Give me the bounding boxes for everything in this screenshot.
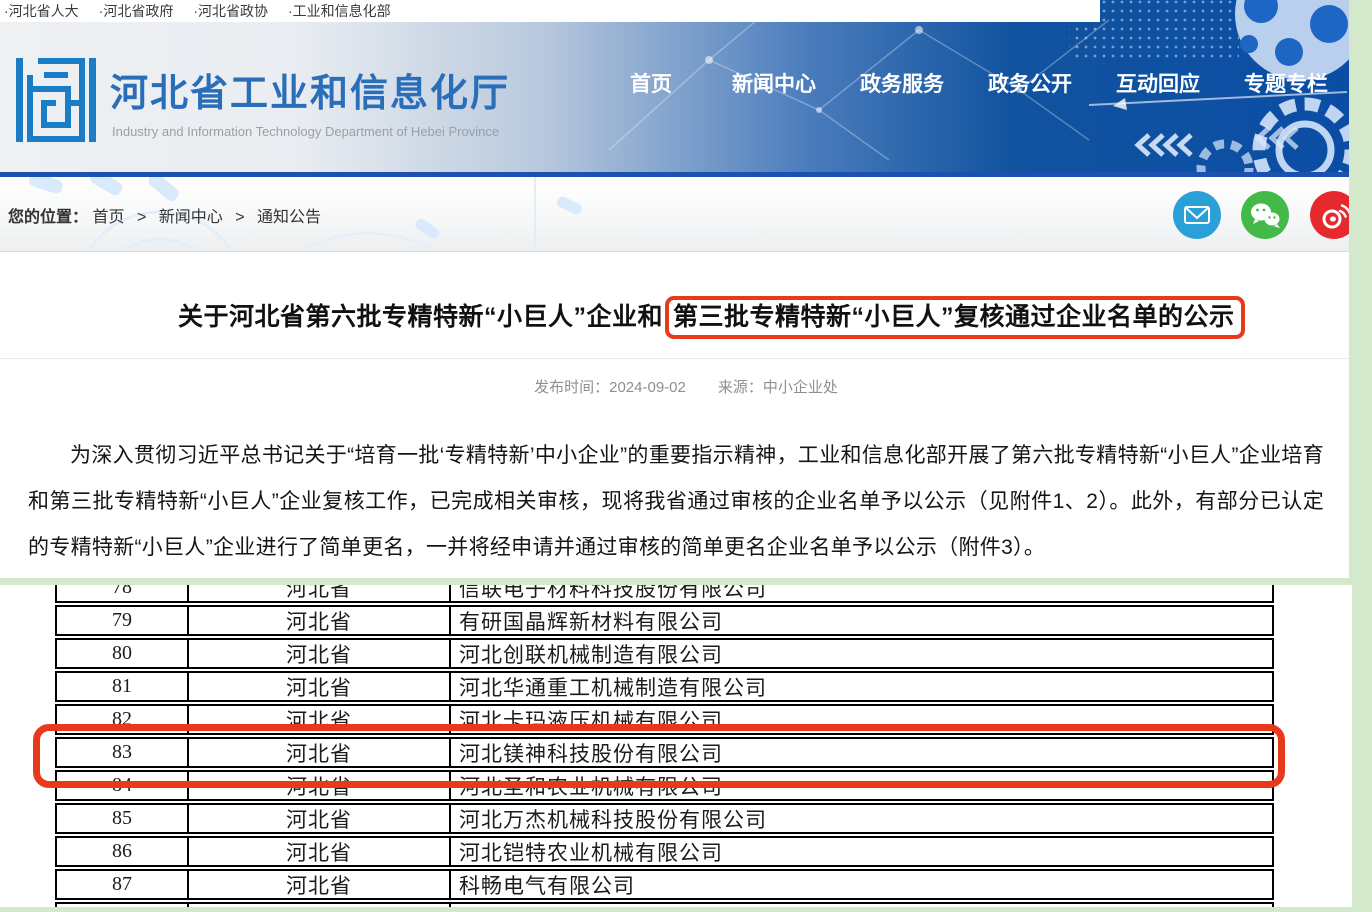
region-cell: 河北省 [187, 838, 449, 865]
breadcrumb: 您的位置： 首页 > 新闻中心 > 通知公告 [8, 203, 321, 227]
region-cell: 河北省 [187, 805, 449, 832]
row-number-cell: 86 [55, 838, 187, 865]
top-link-zhengfu[interactable]: ·河北省政府 [99, 1, 174, 21]
article-meta: 发布时间：2024-09-02 来源：中小企业处 [0, 376, 1349, 397]
breadcrumb-separator: > [235, 209, 244, 226]
company-cell: 信联电子材料科技股份有限公司 [449, 585, 1274, 601]
main-content-panel: 河北省工业和信息化厅 Industry and Information Tech… [0, 0, 1349, 578]
site-subtitle: Industry and Information Technology Depa… [112, 124, 499, 139]
nav-item-topics[interactable]: 专题专栏 [1244, 68, 1328, 98]
breadcrumb-notices[interactable]: 通知公告 [257, 209, 321, 226]
region-cell: 河北省 [187, 585, 449, 601]
title-divider [0, 358, 1349, 359]
row-number-cell: 81 [55, 673, 187, 700]
region-cell: 河北省 [187, 673, 449, 700]
article-title: 关于河北省第六批专精特新“小巨人”企业和第三批专精特新“小巨人”复核通过企业名单… [178, 297, 1245, 333]
publish-time-label: 发布时间： [534, 379, 609, 396]
row-83-highlight-box [33, 724, 1285, 788]
source-label: 来源： [718, 379, 763, 396]
row-number-cell: 85 [55, 805, 187, 832]
region-cell: 河北省 [187, 640, 449, 667]
top-link-renda[interactable]: ·河北省人大 [4, 1, 79, 21]
table-row-79: 79 河北省 有研国晶辉新材料有限公司 [55, 607, 1274, 640]
company-cell: 河北铠特农业机械有限公司 [449, 838, 1274, 865]
title-highlight-box: 第三批专精特新“小巨人”复核通过企业名单的公示 [665, 296, 1245, 339]
source-value: 中小企业处 [763, 379, 838, 396]
wechat-share-button[interactable] [1241, 191, 1289, 239]
article-title-prefix: 关于河北省第六批专精特新“小巨人”企业和 [178, 303, 663, 331]
table-row-partial [55, 904, 1274, 907]
table-row-86: 86 河北省 河北铠特农业机械有限公司 [55, 838, 1274, 871]
wechat-icon [1249, 201, 1281, 229]
row-number-cell: 78 [55, 585, 187, 601]
breadcrumb-bar: 您的位置： 首页 > 新闻中心 > 通知公告 [0, 177, 1349, 252]
nav-item-disclosure[interactable]: 政务公开 [988, 68, 1072, 98]
row-number-cell: 80 [55, 640, 187, 667]
table-row-78: 78 河北省 信联电子材料科技股份有限公司 [55, 585, 1274, 607]
main-nav: 首页 新闻中心 政务服务 政务公开 互动回应 专题专栏 [630, 68, 1328, 98]
breadcrumb-separator: > [137, 209, 146, 226]
nav-item-home[interactable]: 首页 [630, 68, 672, 98]
company-cell [449, 904, 1274, 907]
table-row-85: 85 河北省 河北万杰机械科技股份有限公司 [55, 805, 1274, 838]
breadcrumb-news-center[interactable]: 新闻中心 [159, 209, 223, 226]
table-row-81: 81 河北省 河北华通重工机械制造有限公司 [55, 673, 1274, 706]
site-title: 河北省工业和信息化厅 [110, 62, 510, 117]
weibo-icon [1319, 201, 1349, 229]
company-cell: 河北万杰机械科技股份有限公司 [449, 805, 1274, 832]
table-row-87: 87 河北省 科畅电气有限公司 [55, 871, 1274, 904]
article-paragraph: 为深入贯彻习近平总书记关于“培育一批‘专精特新’中小企业”的重要指示精神，工业和… [28, 433, 1324, 571]
region-cell: 河北省 [187, 871, 449, 898]
top-links-bar: ·河北省人大 ·河北省政府 ·河北省政协 ·工业和信息化部 [0, 0, 1100, 22]
nav-item-interaction[interactable]: 互动回应 [1116, 68, 1200, 98]
header-banner: 河北省工业和信息化厅 Industry and Information Tech… [0, 0, 1349, 172]
top-link-miit[interactable]: ·工业和信息化部 [288, 1, 391, 21]
row-number-cell: 79 [55, 607, 187, 634]
row-number-cell: 87 [55, 871, 187, 898]
company-cell: 有研国晶辉新材料有限公司 [449, 607, 1274, 634]
company-cell: 科畅电气有限公司 [449, 871, 1274, 898]
company-table-panel: 78 河北省 信联电子材料科技股份有限公司 79 河北省 有研国晶辉新材料有限公… [0, 585, 1352, 907]
table-row-80: 80 河北省 河北创联机械制造有限公司 [55, 640, 1274, 673]
company-cell: 河北创联机械制造有限公司 [449, 640, 1274, 667]
breadcrumb-label: 您的位置： [8, 209, 88, 226]
breadcrumb-home[interactable]: 首页 [92, 209, 124, 226]
mail-icon [1183, 203, 1211, 227]
hebei-miit-logo-icon [16, 50, 96, 150]
region-cell: 河北省 [187, 607, 449, 634]
publish-date: 2024-09-02 [609, 379, 686, 396]
mail-share-button[interactable] [1173, 191, 1221, 239]
nav-item-services[interactable]: 政务服务 [860, 68, 944, 98]
nav-item-news[interactable]: 新闻中心 [732, 68, 816, 98]
company-cell: 河北华通重工机械制造有限公司 [449, 673, 1274, 700]
top-link-zhengxie[interactable]: ·河北省政协 [193, 1, 268, 21]
row-number-cell [55, 904, 187, 907]
region-cell [187, 904, 449, 907]
